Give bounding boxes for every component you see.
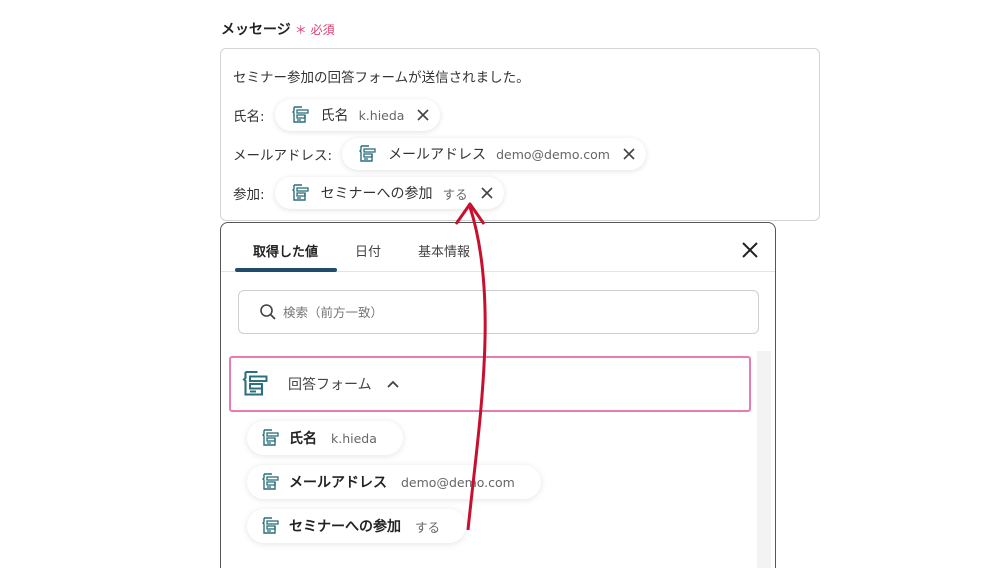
chip-value: する xyxy=(442,186,468,202)
row-label: メールアドレス: xyxy=(233,148,333,164)
list-item[interactable]: メールアドレス demo@demo.com xyxy=(247,465,541,499)
message-row-participation: 参加: セミナーへの参加 する xyxy=(233,177,504,209)
tab-basic-info[interactable]: 基本情報 xyxy=(418,241,470,260)
required-indicator: ＊ 必須 xyxy=(294,23,335,37)
form-document-icon xyxy=(261,516,281,536)
chip-value: demo@demo.com xyxy=(496,146,610,162)
item-name: 氏名 xyxy=(289,431,317,447)
form-document-icon xyxy=(358,144,378,164)
search-box[interactable] xyxy=(238,290,759,334)
item-value: する xyxy=(415,519,441,535)
variable-chip-participation[interactable]: セミナーへの参加 する xyxy=(274,177,504,209)
message-row-name: 氏名: 氏名 k.hieda xyxy=(233,99,441,131)
message-editor[interactable]: セミナー参加の回答フォームが送信されました。 氏名: 氏名 k.hieda メー… xyxy=(220,48,820,221)
message-row-email: メールアドレス: メールアドレス demo@demo.com xyxy=(233,138,646,170)
group-header-answer-form[interactable]: 回答フォーム xyxy=(229,356,751,412)
form-document-icon xyxy=(241,368,271,400)
group-name: 回答フォーム xyxy=(288,377,372,393)
active-tab-indicator xyxy=(235,268,337,272)
form-document-icon xyxy=(291,105,311,125)
list-item[interactable]: セミナーへの参加 する xyxy=(247,509,467,543)
chip-name: メールアドレス xyxy=(388,147,487,163)
close-icon[interactable] xyxy=(741,241,759,259)
field-label-text: メッセージ xyxy=(221,22,291,38)
chip-value: k.hieda xyxy=(358,107,405,123)
list-item[interactable]: 氏名 k.hieda xyxy=(247,421,403,455)
picker-tabs: 取得した値 日付 基本情報 xyxy=(221,223,775,272)
form-document-icon xyxy=(261,472,281,492)
tab-date[interactable]: 日付 xyxy=(355,241,381,260)
variable-chip-name[interactable]: 氏名 k.hieda xyxy=(274,99,441,131)
chevron-up-icon[interactable] xyxy=(386,379,400,389)
chip-name: 氏名 xyxy=(320,108,349,124)
search-icon xyxy=(260,304,276,320)
item-value: demo@demo.com xyxy=(401,474,515,490)
chip-name: セミナーへの参加 xyxy=(320,186,433,202)
item-name: セミナーへの参加 xyxy=(289,519,401,535)
scrollbar[interactable] xyxy=(757,351,771,568)
tab-acquired-values[interactable]: 取得した値 xyxy=(253,241,318,260)
close-icon[interactable] xyxy=(622,147,636,161)
row-label: 氏名: xyxy=(233,109,265,125)
variable-picker-panel: 取得した値 日付 基本情報 回答フォーム 氏名 k.hieda メールアドレス … xyxy=(220,222,776,568)
row-label: 参加: xyxy=(233,187,265,203)
form-document-icon xyxy=(291,183,311,203)
message-field-label: メッセージ＊ 必須 xyxy=(221,19,335,39)
search-input[interactable] xyxy=(283,304,683,320)
variable-chip-email[interactable]: メールアドレス demo@demo.com xyxy=(342,138,646,170)
item-name: メールアドレス xyxy=(289,475,387,491)
item-value: k.hieda xyxy=(331,430,377,446)
close-icon[interactable] xyxy=(416,108,430,122)
form-document-icon xyxy=(261,428,281,448)
close-icon[interactable] xyxy=(480,186,494,200)
message-text-line: セミナー参加の回答フォームが送信されました。 xyxy=(233,70,530,86)
